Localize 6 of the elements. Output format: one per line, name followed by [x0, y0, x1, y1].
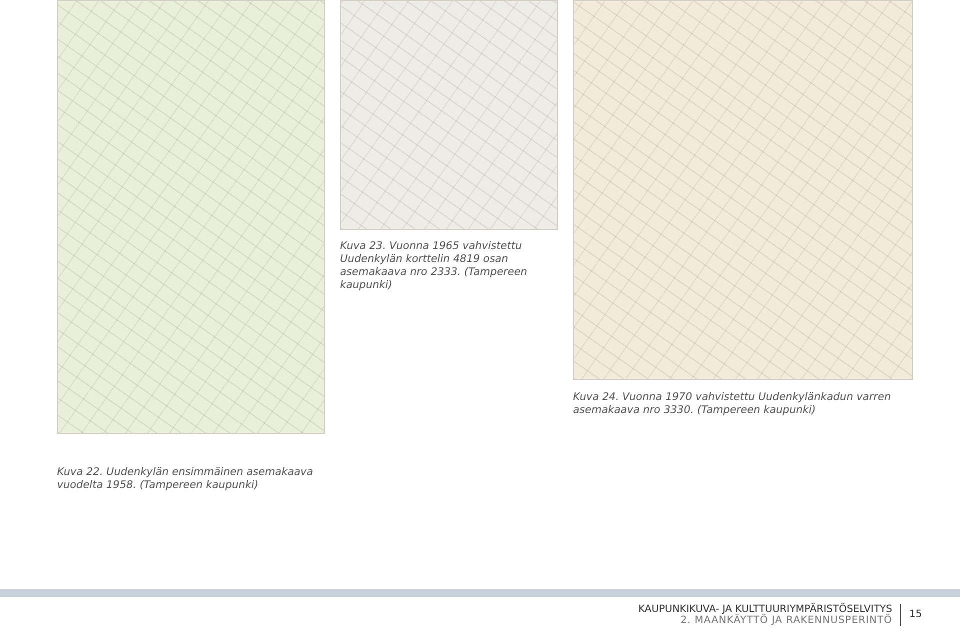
page-number: 15 — [909, 609, 922, 620]
report-title: KAUPUNKIKUVA- JA KULTTUURIYMPÄRISTÖSELVITYS — [638, 604, 892, 614]
figure-caption: Kuva 24. Vuonna 1970 vahvistettu Uudenkylänkadun varren asemakaava nro 3330. (Tampereen kaupunki) — [573, 391, 892, 417]
figure-caption: Kuva 23. Vuonna 1965 vahvistettu Uudenkylän korttelin 4819 osan asemakaava nro 2333. (Tampereen kaupunki) — [340, 240, 528, 292]
chapter-title: 2. MAANKÄYTTÖ JA RAKENNUSPERINTÖ — [680, 614, 892, 626]
figure-caption: Kuva 22. Uudenkylän ensimmäinen asemakaava vuodelta 1958. (Tampereen kaupunki) — [57, 466, 314, 492]
